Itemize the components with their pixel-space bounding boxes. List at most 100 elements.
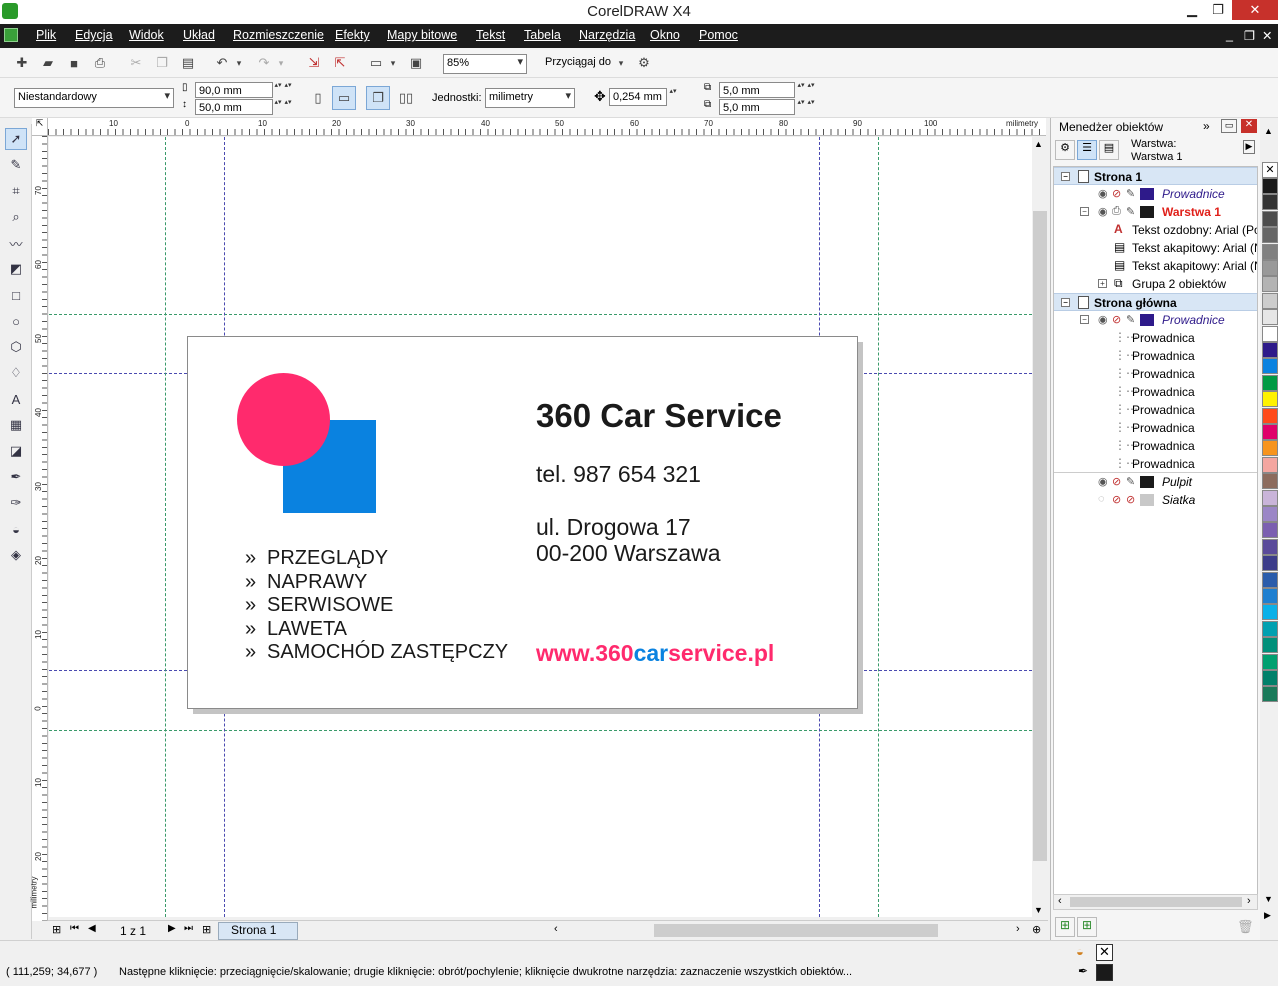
export-icon[interactable]: ⇱: [330, 53, 350, 73]
add-page-icon[interactable]: ⊞: [52, 923, 61, 936]
palette-swatch[interactable]: [1262, 374, 1278, 391]
zoom-level-select[interactable]: 85%: [443, 54, 527, 74]
palette-swatch[interactable]: [1262, 571, 1278, 588]
palette-swatch[interactable]: [1262, 210, 1278, 227]
docker-h-scrollbar[interactable]: ‹ ›: [1053, 894, 1258, 910]
tree-page-strona-glowna[interactable]: − Strona główna: [1054, 293, 1257, 311]
company-name[interactable]: 360 Car Service: [536, 397, 782, 435]
services-list[interactable]: » PRZEGLĄDY » NAPRAWY » SERWISOWE » LAWETA »…: [245, 547, 535, 665]
menu-pomoc[interactable]: Pomoc: [699, 28, 738, 42]
toolbar-btn-layers-icon[interactable]: ☰: [1077, 140, 1097, 160]
horizontal-ruler[interactable]: 10 0 10 20 30 40 50 60 70 80 90 100 mili…: [48, 118, 1046, 136]
new-document-icon[interactable]: ✚: [12, 53, 32, 73]
palette-swatch[interactable]: [1262, 440, 1278, 457]
polygon-tool-icon[interactable]: ⬡: [5, 336, 27, 358]
undo-dropdown-icon[interactable]: ▾: [234, 53, 244, 73]
eye-icon[interactable]: ◉: [1098, 187, 1108, 200]
palette-swatch[interactable]: [1262, 653, 1278, 670]
scroll-right-icon[interactable]: ›: [1247, 895, 1251, 907]
palette-swatch[interactable]: [1262, 670, 1278, 686]
scroll-thumb[interactable]: [1070, 897, 1242, 907]
scroll-down-icon[interactable]: ▼: [1034, 905, 1043, 915]
palette-swatch[interactable]: [1262, 489, 1278, 506]
first-page-icon[interactable]: ⏮: [70, 923, 79, 934]
nudge-spinner[interactable]: ▴▾: [668, 88, 678, 106]
current-page-icon[interactable]: ▯▯: [396, 88, 416, 108]
prev-page-icon[interactable]: ◀: [88, 923, 96, 934]
new-layer-icon[interactable]: ⊞: [1055, 917, 1075, 937]
height-spinner[interactable]: ▴▾: [273, 99, 283, 115]
text-tool-icon[interactable]: A: [5, 388, 27, 410]
launcher-icon[interactable]: ▭: [366, 53, 386, 73]
h-scroll-thumb[interactable]: [654, 924, 938, 937]
guideline-horizontal[interactable]: [49, 730, 1032, 731]
outline-indicator-icon[interactable]: ✒: [1078, 964, 1088, 978]
basic-shapes-tool-icon[interactable]: ♢: [5, 362, 27, 384]
tree-layer-pulpit[interactable]: ◉ ⊘ ✎ Pulpit: [1054, 473, 1257, 491]
new-master-layer-icon[interactable]: ⊞: [1077, 917, 1097, 937]
zoom-tool-icon[interactable]: ⌕: [5, 206, 27, 228]
print-off-icon[interactable]: ⊘: [1112, 313, 1121, 326]
tree-guide[interactable]: ⋮⋯ Prowadnica: [1054, 455, 1257, 473]
business-card-page[interactable]: 360 Car Service tel. 987 654 321 ul. Dro…: [187, 336, 858, 709]
palette-swatch[interactable]: [1262, 473, 1278, 490]
shape-tool-icon[interactable]: ✎: [5, 154, 27, 176]
close-button[interactable]: ✕: [1232, 0, 1278, 20]
menu-mapy-bitowe[interactable]: Mapy bitowe: [387, 28, 457, 42]
no-color-swatch[interactable]: ✕: [1262, 162, 1278, 178]
palette-swatch[interactable]: [1262, 227, 1278, 244]
address-line-2[interactable]: 00-200 Warszawa: [536, 540, 721, 567]
tree-layer-prowadnice[interactable]: ◉ ⊘ ✎ Prowadnice: [1054, 185, 1257, 203]
navigator-icon[interactable]: ⊕: [1032, 923, 1041, 936]
eye-icon[interactable]: ◉: [1098, 205, 1108, 218]
palette-swatch[interactable]: [1262, 194, 1278, 211]
width-spinner-2[interactable]: ▴▾: [283, 82, 293, 98]
tree-layer-warstwa-1[interactable]: − ◉ ⎙ ✎ Warstwa 1: [1054, 203, 1257, 221]
paste-icon[interactable]: ▤: [178, 53, 198, 73]
paper-size-select[interactable]: Niestandardowy: [14, 88, 174, 108]
minimize-button[interactable]: ▁: [1178, 0, 1206, 20]
nudge-distance-input[interactable]: 0,254 mm: [609, 88, 667, 106]
tree-object-group[interactable]: + ⧉ Grupa 2 obiektów: [1054, 275, 1257, 293]
palette-swatch[interactable]: [1262, 243, 1278, 260]
collapse-icon[interactable]: −: [1080, 207, 1089, 216]
outline-tool-icon[interactable]: ✑: [5, 492, 27, 514]
scroll-left-icon[interactable]: ‹: [1058, 895, 1062, 907]
edit-pen-icon[interactable]: ✎: [1126, 205, 1135, 218]
palette-swatch[interactable]: [1262, 686, 1278, 703]
width-spinner[interactable]: ▴▾: [273, 82, 283, 98]
dup-y-spinner[interactable]: ▴▾: [796, 99, 806, 115]
welcome-screen-icon[interactable]: ▣: [406, 53, 426, 73]
tree-guide[interactable]: ⋮⋯ Prowadnica: [1054, 437, 1257, 455]
options-icon[interactable]: ⚙: [634, 53, 654, 73]
smart-fill-tool-icon[interactable]: ◩: [5, 258, 27, 280]
palette-swatch[interactable]: [1262, 555, 1278, 572]
palette-swatch[interactable]: [1262, 522, 1278, 539]
eyedropper-tool-icon[interactable]: ✒: [5, 466, 27, 488]
palette-swatch[interactable]: [1262, 276, 1278, 293]
eye-hidden-icon[interactable]: ◌: [1098, 493, 1105, 505]
menu-tekst[interactable]: Tekst: [476, 28, 505, 42]
interactive-blend-tool-icon[interactable]: ◪: [5, 440, 27, 462]
drawing-canvas[interactable]: 360 Car Service tel. 987 654 321 ul. Dro…: [49, 137, 1032, 917]
edit-pen-icon[interactable]: ✎: [1126, 187, 1135, 200]
palette-swatch[interactable]: [1262, 391, 1278, 408]
rectangle-tool-icon[interactable]: □: [5, 284, 27, 306]
h-scroll-right-icon[interactable]: ›: [1016, 923, 1020, 935]
palette-swatch[interactable]: [1262, 538, 1278, 555]
docker-expand-icon[interactable]: »: [1203, 119, 1210, 133]
dup-x-spinner[interactable]: ▴▾: [796, 82, 806, 98]
eye-icon[interactable]: ◉: [1098, 475, 1108, 488]
menu-efekty[interactable]: Efekty: [335, 28, 370, 42]
vertical-ruler[interactable]: 70 60 50 40 30 20 10 0 10 20 milimetry: [30, 136, 48, 921]
printer-icon[interactable]: ⎙: [1112, 205, 1121, 218]
tree-guide[interactable]: ⋮⋯ Prowadnica: [1054, 419, 1257, 437]
palette-scroll-down-icon[interactable]: ▼: [1264, 894, 1273, 904]
cut-icon[interactable]: ✂: [126, 53, 146, 73]
next-page-icon[interactable]: ▶: [168, 923, 176, 934]
scroll-thumb[interactable]: [1033, 211, 1047, 861]
website-url[interactable]: www.360carservice.pl: [536, 640, 774, 667]
palette-swatch[interactable]: [1262, 588, 1278, 604]
portrait-icon[interactable]: ▯: [308, 88, 328, 108]
menu-narzedzia[interactable]: Narzędzia: [579, 28, 635, 42]
